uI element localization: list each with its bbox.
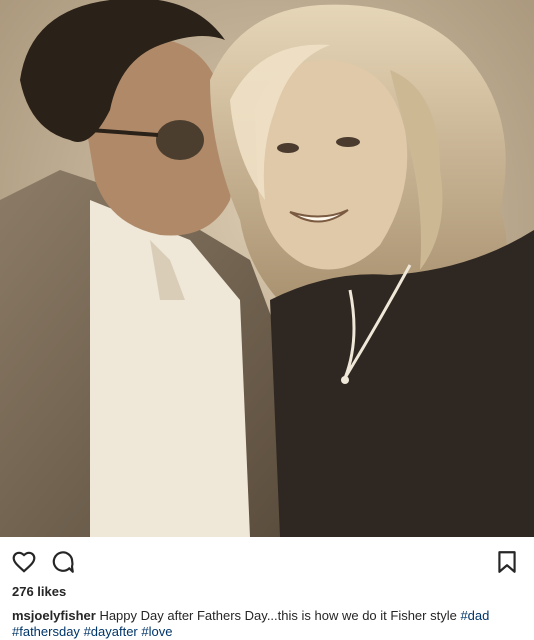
hashtag-dad[interactable]: #dad <box>460 608 489 623</box>
photo-illustration <box>0 0 534 537</box>
hashtag-dayafter[interactable]: #dayafter <box>84 624 138 639</box>
likes-count[interactable]: 276 likes <box>12 584 66 599</box>
post-caption: msjoelyfisher Happy Day after Fathers Da… <box>12 608 528 640</box>
bookmark-icon[interactable] <box>494 549 520 575</box>
comment-icon[interactable] <box>50 549 76 575</box>
heart-icon[interactable] <box>11 549 37 575</box>
hashtag-love[interactable]: #love <box>141 624 172 639</box>
hashtag-fathersday[interactable]: #fathersday <box>12 624 80 639</box>
post-photo[interactable] <box>0 0 534 537</box>
caption-username[interactable]: msjoelyfisher <box>12 608 96 623</box>
caption-text: Happy Day after Fathers Day...this is ho… <box>95 608 461 623</box>
post-actions-bar <box>0 537 534 585</box>
